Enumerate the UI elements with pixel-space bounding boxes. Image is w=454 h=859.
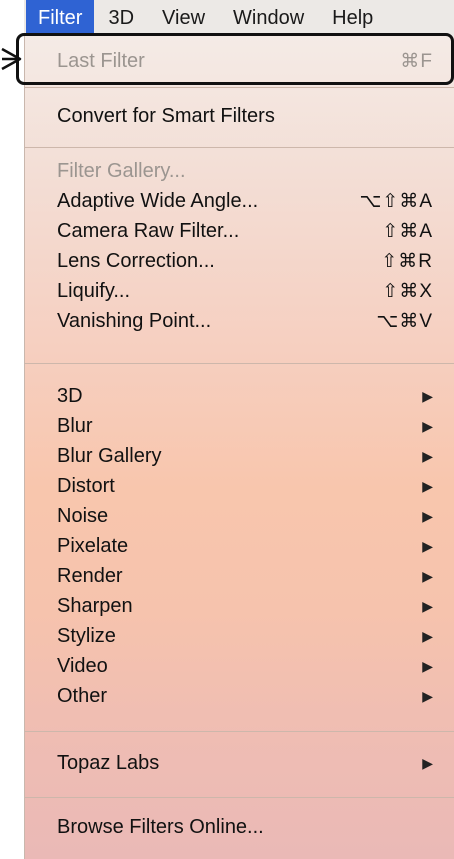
menu-item-adaptive-wide-angle[interactable]: Adaptive Wide Angle... ⌥⇧⌘A (25, 186, 454, 216)
menu-item-label: Topaz Labs (57, 751, 160, 774)
menubar-window[interactable]: Window (219, 0, 318, 36)
submenu-arrow-icon: ▶ (422, 447, 433, 464)
submenu-arrow-icon: ▶ (422, 507, 433, 524)
menu-item-label: Blur (57, 414, 93, 437)
menubar-help[interactable]: Help (318, 0, 387, 36)
menu-item-distort[interactable]: Distort ▶ (25, 471, 454, 501)
menu-separator (25, 363, 454, 364)
menu-item-browse-filters-online[interactable]: Browse Filters Online... (25, 812, 454, 842)
submenu-arrow-icon: ▶ (422, 477, 433, 494)
menu-item-blur-gallery[interactable]: Blur Gallery ▶ (25, 441, 454, 471)
menu-item-shortcut: ⌘F (400, 50, 433, 72)
menu-item-last-filter[interactable]: Last Filter ⌘F (25, 46, 454, 76)
menu-item-blur[interactable]: Blur ▶ (25, 411, 454, 441)
menu-item-label: 3D (57, 384, 83, 407)
menu-item-label: Noise (57, 504, 109, 527)
screenshot-stage: Filter 3D View Window Help Last Filter ⌘… (0, 0, 454, 859)
menu-item-shortcut: ⌥⇧⌘A (359, 190, 433, 212)
menu-item-camera-raw-filter[interactable]: Camera Raw Filter... ⇧⌘A (25, 216, 454, 246)
filter-menu: Last Filter ⌘F Convert for Smart Filters… (24, 36, 454, 859)
submenu-arrow-icon: ▶ (422, 657, 433, 674)
menu-separator (25, 797, 454, 798)
menu-item-noise[interactable]: Noise ▶ (25, 501, 454, 531)
menu-item-label: Pixelate (57, 534, 129, 557)
menu-bar: Filter 3D View Window Help (24, 0, 454, 36)
menu-item-label: Distort (57, 474, 115, 497)
menu-separator (25, 731, 454, 732)
submenu-arrow-icon: ▶ (422, 387, 433, 404)
menu-item-stylize[interactable]: Stylize ▶ (25, 621, 454, 651)
menu-item-liquify[interactable]: Liquify... ⇧⌘X (25, 276, 454, 306)
menu-item-lens-correction[interactable]: Lens Correction... ⇧⌘R (25, 246, 454, 276)
menu-item-render[interactable]: Render ▶ (25, 561, 454, 591)
menu-item-label: Last Filter (57, 49, 145, 72)
menu-item-label: Video (57, 654, 108, 677)
menu-item-shortcut: ⌥⌘V (376, 310, 433, 332)
pointer-arrow-icon (1, 47, 22, 71)
menubar-3d[interactable]: 3D (94, 0, 148, 36)
menu-item-label: Adaptive Wide Angle... (57, 189, 259, 212)
menu-item-filter-gallery[interactable]: Filter Gallery... (25, 156, 454, 186)
menu-item-shortcut: ⇧⌘R (381, 250, 433, 272)
menubar-filter[interactable]: Filter (26, 0, 95, 36)
menu-item-shortcut: ⇧⌘A (382, 220, 433, 242)
menu-item-sharpen[interactable]: Sharpen ▶ (25, 591, 454, 621)
menu-item-label: Browse Filters Online... (57, 815, 264, 838)
menu-item-other[interactable]: Other ▶ (25, 681, 454, 711)
menu-item-label: Lens Correction... (57, 249, 215, 272)
menu-item-label: Vanishing Point... (57, 309, 212, 332)
menu-item-label: Stylize (57, 624, 116, 647)
menu-item-video[interactable]: Video ▶ (25, 651, 454, 681)
submenu-arrow-icon: ▶ (422, 417, 433, 434)
menu-item-pixelate[interactable]: Pixelate ▶ (25, 531, 454, 561)
submenu-arrow-icon: ▶ (422, 567, 433, 584)
menu-item-label: Filter Gallery... (57, 159, 186, 182)
menu-item-convert-smart-filters[interactable]: Convert for Smart Filters (25, 101, 454, 131)
submenu-arrow-icon: ▶ (422, 754, 433, 771)
menu-item-label: Sharpen (57, 594, 133, 617)
menu-item-label: Other (57, 684, 108, 707)
menu-item-label: Camera Raw Filter... (57, 219, 240, 242)
submenu-arrow-icon: ▶ (422, 687, 433, 704)
submenu-arrow-icon: ▶ (422, 627, 433, 644)
menu-separator (25, 147, 454, 148)
menu-item-label: Blur Gallery (57, 444, 162, 467)
menu-separator (25, 87, 454, 88)
submenu-arrow-icon: ▶ (422, 597, 433, 614)
menu-item-label: Render (57, 564, 123, 587)
menu-item-vanishing-point[interactable]: Vanishing Point... ⌥⌘V (25, 306, 454, 336)
menu-item-topaz-labs[interactable]: Topaz Labs ▶ (25, 748, 454, 778)
submenu-arrow-icon: ▶ (422, 537, 433, 554)
menu-item-shortcut: ⇧⌘X (382, 280, 433, 302)
menu-item-label: Convert for Smart Filters (57, 104, 275, 127)
menubar-view[interactable]: View (148, 0, 219, 36)
menu-item-3d[interactable]: 3D ▶ (25, 381, 454, 411)
menu-item-label: Liquify... (57, 279, 130, 302)
